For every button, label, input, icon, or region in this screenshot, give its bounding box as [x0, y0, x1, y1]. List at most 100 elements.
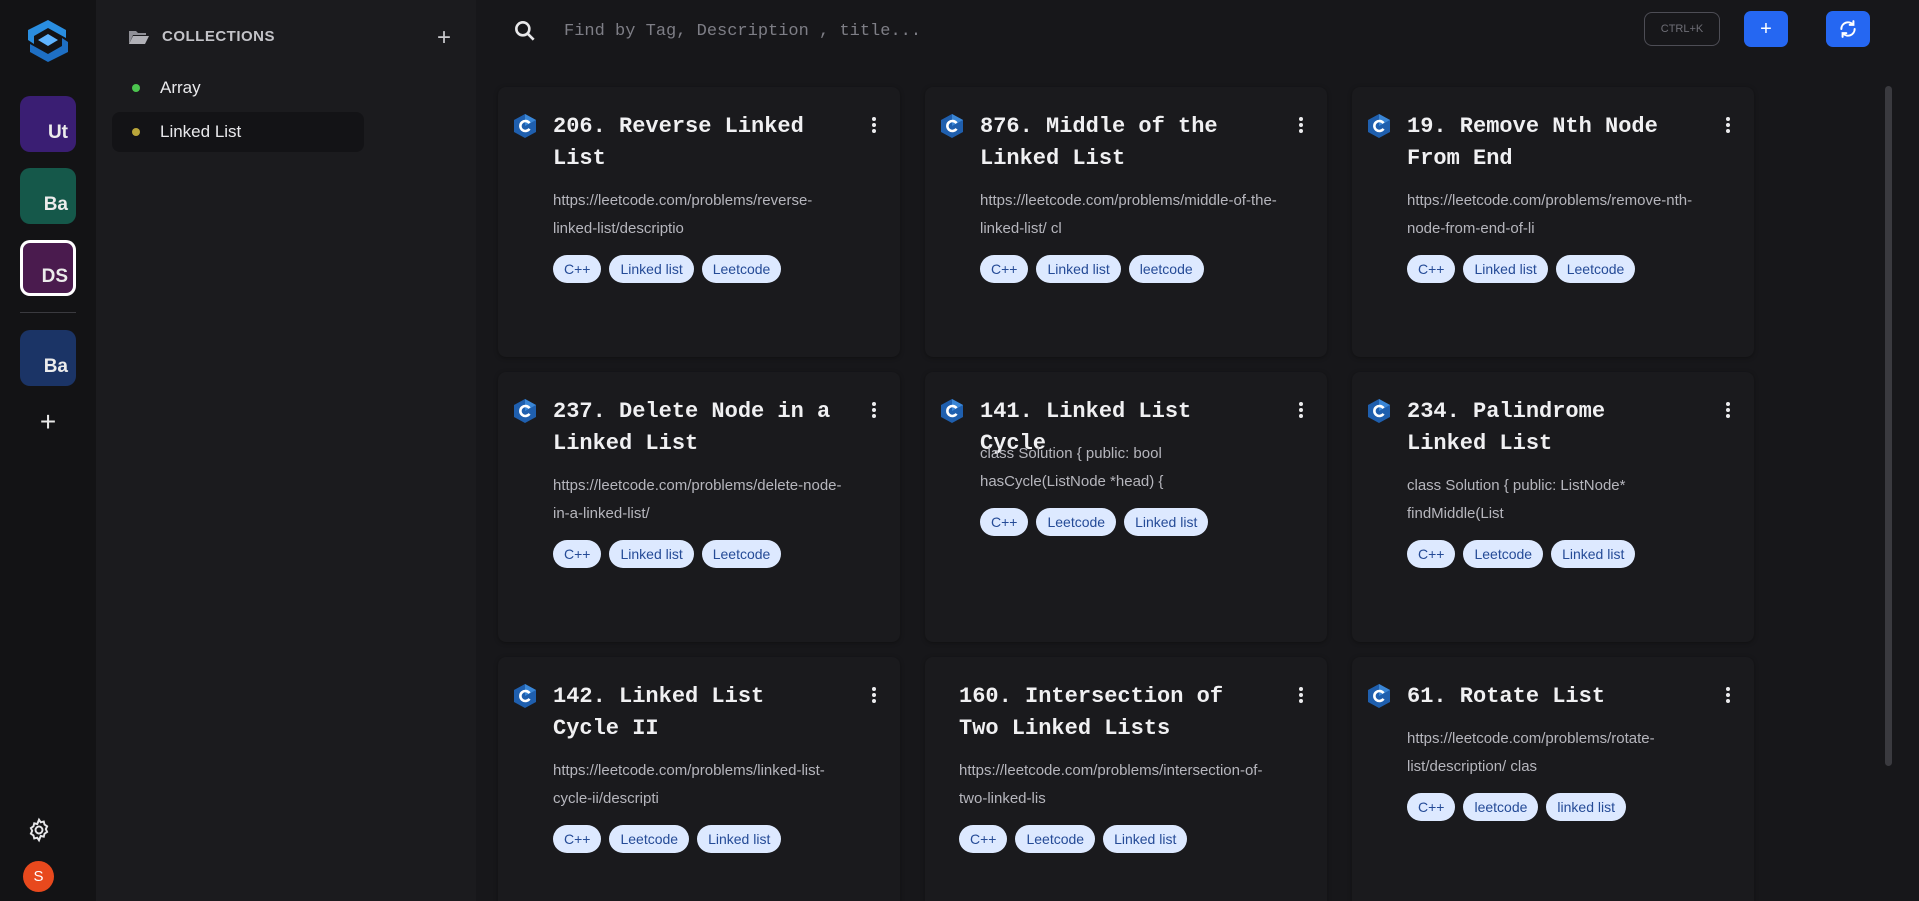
tag-chip[interactable]: leetcode — [1463, 793, 1539, 821]
card-title[interactable]: 876. Middle of the Linked List — [980, 111, 1260, 175]
card-title[interactable]: 61. Rotate List — [1407, 681, 1687, 713]
more-options-icon[interactable] — [1720, 400, 1736, 424]
folder-open-icon — [129, 30, 149, 44]
tag-chip[interactable]: Linked list — [1103, 825, 1188, 853]
tag-chip[interactable]: Linked list — [1124, 508, 1209, 536]
card-description: https://leetcode.com/problems/middle-of-… — [980, 192, 1277, 237]
workspace-tile[interactable]: Ba — [20, 168, 76, 224]
tag-chip[interactable]: leetcode — [1128, 255, 1204, 283]
tag-chip[interactable]: Leetcode — [609, 825, 690, 853]
tag-chip[interactable]: Leetcode — [1463, 540, 1544, 568]
search-icon — [515, 21, 535, 41]
card-title[interactable]: 234. Palindrome Linked List — [1407, 396, 1687, 460]
more-options-icon[interactable] — [866, 685, 882, 709]
collections-panel: COLLECTIONS + Array Linked List — [96, 0, 476, 901]
cpp-language-icon — [939, 113, 965, 139]
card-title[interactable]: 160. Intersection of Two Linked Lists — [959, 681, 1269, 745]
tag-chip[interactable]: C++ — [1407, 793, 1456, 821]
tag-list: C++ Leetcode Linked list — [980, 508, 1209, 536]
tag-chip[interactable]: linked list — [1546, 793, 1626, 821]
tag-chip[interactable]: Linked list — [609, 540, 694, 568]
more-options-icon[interactable] — [1720, 685, 1736, 709]
tag-list: C++ Linked list Leetcode — [553, 255, 782, 283]
main-content: CTRL+K + 206. Reverse Linked List https:/… — [476, 0, 1919, 901]
cpp-language-icon — [512, 113, 538, 139]
search-input[interactable] — [564, 16, 1324, 46]
tag-chip[interactable]: C++ — [553, 540, 602, 568]
workspace-tile[interactable]: Ba — [20, 330, 76, 386]
card-title[interactable]: 206. Reverse Linked List — [553, 111, 833, 175]
tag-chip[interactable]: Linked list — [1036, 255, 1121, 283]
add-item-button[interactable]: + — [1744, 11, 1788, 47]
tag-chip[interactable]: Leetcode — [1036, 508, 1117, 536]
rail-divider — [20, 312, 76, 313]
collection-item[interactable]: Linked List — [112, 112, 364, 152]
more-options-icon[interactable] — [1293, 685, 1309, 709]
tag-chip[interactable]: C++ — [959, 825, 1008, 853]
snippet-card[interactable]: 876. Middle of the Linked List https://le… — [925, 87, 1327, 357]
tag-list: C++ Leetcode Linked list — [1407, 540, 1636, 568]
card-description: https://leetcode.com/problems/delete-nod… — [553, 477, 842, 522]
tag-list: C++ Linked list Leetcode — [1407, 255, 1636, 283]
snippet-card[interactable]: 237. Delete Node in a Linked List https:/… — [498, 372, 900, 642]
tag-chip[interactable]: C++ — [980, 255, 1029, 283]
tag-chip[interactable]: C++ — [980, 508, 1029, 536]
snippet-card[interactable]: 234. Palindrome Linked List class Solutio… — [1352, 372, 1754, 642]
tag-chip[interactable]: C++ — [1407, 540, 1456, 568]
card-description: https://leetcode.com/problems/remove-nth… — [1407, 192, 1693, 237]
card-title[interactable]: 237. Delete Node in a Linked List — [553, 396, 833, 460]
cpp-language-icon — [939, 398, 965, 424]
tag-list: C++ Linked list leetcode — [980, 255, 1204, 283]
workspace-tile[interactable]: DS — [20, 240, 76, 296]
tag-chip[interactable]: C++ — [1407, 255, 1456, 283]
scrollbar[interactable] — [1885, 86, 1892, 766]
collection-dot-icon — [132, 128, 140, 136]
tag-chip[interactable]: Leetcode — [701, 540, 782, 568]
cpp-language-icon — [1366, 683, 1392, 709]
snippet-card[interactable]: 141. Linked List Cycle class Solution { p… — [925, 372, 1327, 642]
app-root: Ut Ba DS Ba + S COLLECTIONS + Array Linked L… — [0, 0, 1919, 901]
snippet-card[interactable]: 19. Remove Nth Node From End https://leet… — [1352, 87, 1754, 357]
workspace-tile[interactable]: Ut — [20, 96, 76, 152]
gear-icon[interactable] — [26, 817, 52, 843]
tag-chip[interactable]: Leetcode — [1015, 825, 1096, 853]
snippet-card[interactable]: 142. Linked List Cycle II https://leetcod… — [498, 657, 900, 901]
tag-chip[interactable]: Leetcode — [701, 255, 782, 283]
card-title[interactable]: 142. Linked List Cycle II — [553, 681, 833, 745]
tag-chip[interactable]: Linked list — [609, 255, 694, 283]
snippet-card[interactable]: 160. Intersection of Two Linked Lists htt… — [925, 657, 1327, 901]
snippet-card[interactable]: 206. Reverse Linked List https://leetcode… — [498, 87, 900, 357]
tag-chip[interactable]: C++ — [553, 255, 602, 283]
card-description: class Solution { public: ListNode* findM… — [1407, 477, 1626, 522]
tag-chip[interactable]: Linked list — [1551, 540, 1636, 568]
cpp-language-icon — [1366, 113, 1392, 139]
tag-chip[interactable]: Linked list — [697, 825, 782, 853]
more-options-icon[interactable] — [866, 115, 882, 139]
refresh-icon — [1840, 20, 1856, 38]
cpp-language-icon — [512, 398, 538, 424]
collection-item[interactable]: Array — [112, 68, 364, 108]
add-collection-button[interactable]: + — [432, 26, 456, 50]
tag-chip[interactable]: Linked list — [1463, 255, 1548, 283]
more-options-icon[interactable] — [1293, 400, 1309, 424]
sync-button[interactable] — [1826, 11, 1870, 47]
tag-list: C++ Leetcode Linked list — [553, 825, 782, 853]
tag-chip[interactable]: C++ — [553, 825, 602, 853]
collections-header: COLLECTIONS — [128, 28, 275, 45]
add-workspace-button[interactable]: + — [34, 408, 62, 436]
collections-title: COLLECTIONS — [162, 28, 275, 45]
cpp-language-icon — [512, 683, 538, 709]
collection-label: Linked List — [160, 122, 242, 141]
card-description: https://leetcode.com/problems/reverse-li… — [553, 192, 813, 237]
app-logo-icon[interactable] — [26, 18, 70, 64]
more-options-icon[interactable] — [866, 400, 882, 424]
card-description: https://leetcode.com/problems/linked-lis… — [553, 762, 825, 807]
user-avatar[interactable]: S — [23, 861, 54, 892]
workspace-rail: Ut Ba DS Ba + S — [0, 0, 96, 901]
tag-chip[interactable]: Leetcode — [1555, 255, 1636, 283]
more-options-icon[interactable] — [1720, 115, 1736, 139]
more-options-icon[interactable] — [1293, 115, 1309, 139]
snippet-card[interactable]: 61. Rotate List https://leetcode.com/prob… — [1352, 657, 1754, 901]
cpp-language-icon — [1366, 398, 1392, 424]
card-title[interactable]: 19. Remove Nth Node From End — [1407, 111, 1687, 175]
